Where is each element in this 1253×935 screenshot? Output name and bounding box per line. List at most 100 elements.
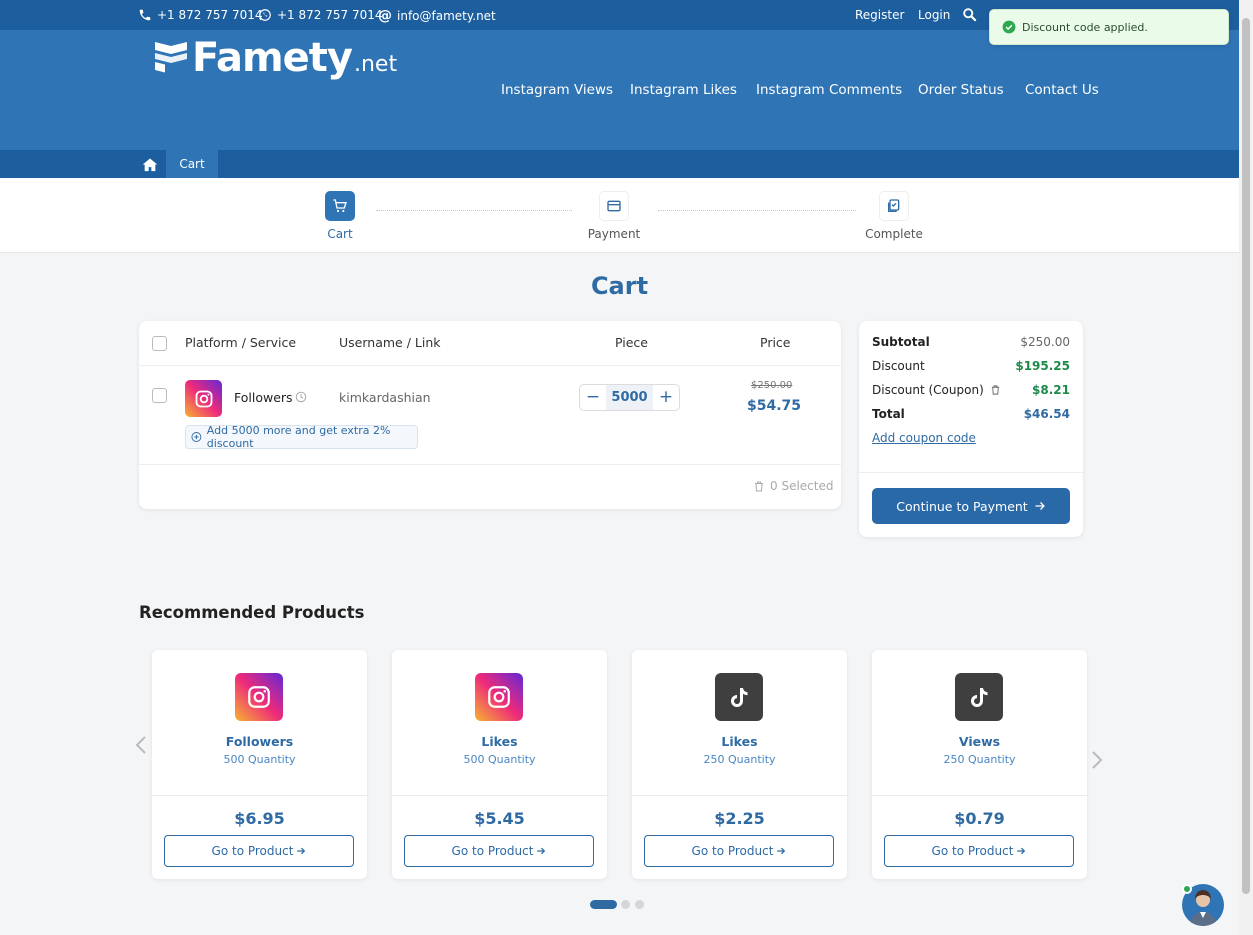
- chevron-right-icon: [1092, 751, 1103, 769]
- register-link[interactable]: Register: [855, 8, 904, 22]
- coupon-label: Discount (Coupon): [872, 383, 984, 397]
- email-contact[interactable]: @ info@famety.net: [378, 8, 496, 24]
- product-quantity: 500 Quantity: [223, 753, 296, 766]
- username-value: kimkardashian: [339, 390, 431, 405]
- nav-contact-us[interactable]: Contact Us: [1025, 82, 1099, 98]
- email-text: info@famety.net: [397, 9, 496, 23]
- header-username: Username / Link: [339, 335, 441, 350]
- carousel-dot[interactable]: [635, 900, 644, 909]
- nav-instagram-views[interactable]: Instagram Views: [501, 82, 613, 98]
- carousel-dot[interactable]: [621, 900, 630, 909]
- arrow-right-icon: [297, 847, 306, 855]
- login-link[interactable]: Login: [918, 8, 950, 22]
- step-connector: [658, 210, 856, 211]
- product-name: Views: [958, 734, 1001, 749]
- recommended-title: Recommended Products: [139, 603, 365, 622]
- nav-instagram-likes[interactable]: Instagram Likes: [630, 82, 737, 98]
- continue-label: Continue to Payment: [896, 498, 1028, 514]
- whatsapp-icon: [259, 9, 271, 21]
- row-checkbox[interactable]: [152, 388, 167, 403]
- site-logo[interactable]: Famety .net: [153, 38, 397, 78]
- quantity-value[interactable]: 5000: [606, 385, 653, 410]
- carousel-next-button[interactable]: [1090, 750, 1104, 774]
- discount-value: $195.25: [1015, 359, 1070, 373]
- product-price: $6.95: [234, 809, 285, 828]
- breadcrumb-current: Cart: [166, 150, 218, 178]
- tiktok-icon: [955, 673, 1003, 721]
- product-quantity: 250 Quantity: [703, 753, 776, 766]
- whatsapp-contact[interactable]: +1 872 757 7014: [258, 8, 382, 22]
- select-all-checkbox[interactable]: [152, 336, 167, 351]
- arrow-right-icon: [1017, 847, 1026, 855]
- discount-label: Discount: [872, 359, 925, 373]
- decrease-button[interactable]: −: [580, 385, 606, 410]
- product-price: $0.79: [954, 809, 1005, 828]
- subtotal-label: Subtotal: [872, 335, 930, 349]
- continue-to-payment-button[interactable]: Continue to Payment: [872, 488, 1070, 524]
- product-quantity: 250 Quantity: [943, 753, 1016, 766]
- nav-order-status[interactable]: Order Status: [918, 82, 1004, 98]
- go-to-product-button[interactable]: Go to Product: [164, 835, 354, 867]
- add-coupon-link[interactable]: Add coupon code: [872, 431, 976, 445]
- total-label: Total: [872, 407, 905, 421]
- search-button[interactable]: [962, 7, 977, 22]
- tiktok-icon: [715, 673, 763, 721]
- nav-instagram-comments[interactable]: Instagram Comments: [756, 82, 902, 98]
- phone-icon: [139, 9, 151, 21]
- go-to-product-label: Go to Product: [931, 844, 1014, 858]
- total-value: $46.54: [1023, 407, 1070, 421]
- go-to-product-label: Go to Product: [451, 844, 534, 858]
- page-scrollbar[interactable]: [1239, 0, 1253, 935]
- subtotal-value: $250.00: [1020, 335, 1070, 349]
- coupon-row: Discount (Coupon) $8.21: [872, 383, 1070, 397]
- remove-coupon-icon[interactable]: [990, 384, 1001, 396]
- go-to-product-button[interactable]: Go to Product: [644, 835, 834, 867]
- chevron-left-icon: [135, 736, 146, 754]
- selected-count: 0 Selected: [770, 479, 834, 493]
- online-indicator: [1182, 884, 1192, 894]
- product-price: $2.25: [714, 809, 765, 828]
- increase-button[interactable]: +: [653, 385, 679, 410]
- header-piece: Piece: [615, 335, 648, 350]
- search-icon: [963, 8, 977, 22]
- product-quantity: 500 Quantity: [463, 753, 536, 766]
- product-card: Likes 500 Quantity $5.45 Go to Product: [392, 650, 607, 879]
- upsell-button[interactable]: Add 5000 more and get extra 2% discount: [185, 424, 418, 450]
- go-to-product-button[interactable]: Go to Product: [404, 835, 594, 867]
- scrollbar-thumb[interactable]: [1242, 18, 1250, 894]
- logo-main: Famety: [192, 35, 353, 81]
- subtotal-row: Subtotal $250.00: [872, 335, 1070, 349]
- home-icon: [142, 158, 158, 172]
- instagram-icon: [235, 673, 283, 721]
- service-name: Followers: [234, 390, 293, 405]
- phone-contact[interactable]: +1 872 757 7014: [138, 8, 262, 22]
- old-price: $250.00: [751, 380, 793, 391]
- header-platform: Platform / Service: [185, 335, 297, 350]
- step-cart-label: Cart: [327, 227, 353, 241]
- product-price: $5.45: [474, 809, 525, 828]
- go-to-product-label: Go to Product: [691, 844, 774, 858]
- complete-icon: [888, 199, 900, 212]
- instagram-icon: [185, 380, 222, 417]
- total-row: Total $46.54: [872, 407, 1070, 421]
- trash-icon: [755, 481, 763, 491]
- go-to-product-button[interactable]: Go to Product: [884, 835, 1074, 867]
- go-to-product-label: Go to Product: [211, 844, 294, 858]
- carousel-dot-active[interactable]: [590, 900, 617, 909]
- register-label: Register: [855, 8, 905, 22]
- whatsapp-text: +1 872 757 7014: [277, 8, 383, 22]
- instagram-icon: [475, 673, 523, 721]
- coupon-value: $8.21: [1032, 383, 1070, 397]
- login-label: Login: [918, 8, 951, 22]
- discount-toast: Discount code applied.: [989, 9, 1229, 45]
- step-cart: Cart: [320, 191, 360, 241]
- step-complete-label: Complete: [865, 227, 923, 241]
- home-link[interactable]: [142, 157, 158, 176]
- product-name: Likes: [481, 734, 518, 749]
- toast-message: Discount code applied.: [1022, 20, 1148, 34]
- step-connector: [376, 210, 572, 211]
- carousel-prev-button[interactable]: [134, 735, 148, 759]
- step-complete: Complete: [863, 191, 925, 241]
- header-price: Price: [760, 335, 791, 350]
- delete-selected-button[interactable]: 0 Selected: [753, 479, 833, 493]
